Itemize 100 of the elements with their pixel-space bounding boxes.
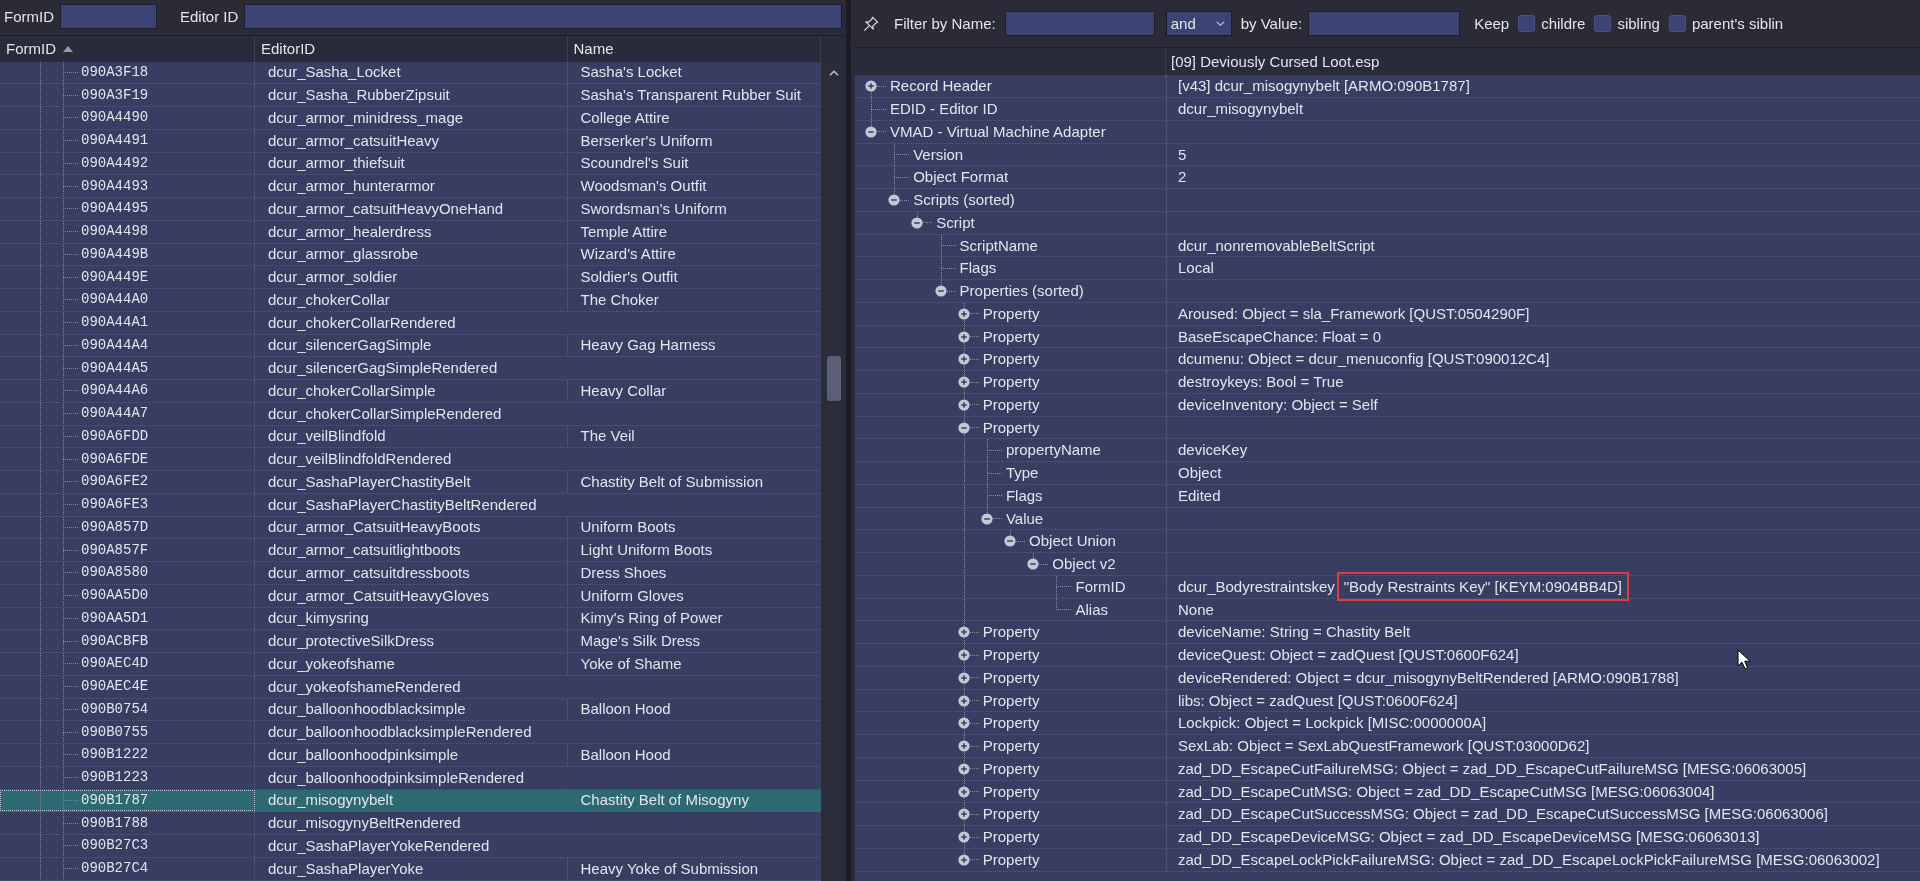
record-row[interactable]: 090A44A4 dcur_silencerGagSimple Heavy Gag Harness bbox=[0, 334, 821, 358]
column-header[interactable]: Name bbox=[567, 36, 821, 62]
form-id: 090A44A4 bbox=[81, 336, 149, 354]
record-row[interactable]: 090A4490 dcur_armor_minidress_mage College Attire bbox=[0, 107, 821, 130]
value-filter-field[interactable] bbox=[1308, 11, 1461, 36]
form-id: 090A44A5 bbox=[81, 359, 149, 377]
plus-circle-icon[interactable] bbox=[957, 626, 970, 639]
scroll-up-icon[interactable] bbox=[828, 69, 839, 76]
record-row[interactable]: 090AEC4D dcur_yokeofshame Yoke of Shame bbox=[0, 653, 821, 676]
plus-circle-icon[interactable] bbox=[865, 80, 877, 93]
record-row[interactable]: 090AEC4E dcur_yokeofshameRendered bbox=[0, 675, 821, 699]
record-row[interactable]: 090A44A1 dcur_chokerCollarRendered bbox=[0, 311, 821, 335]
record-row[interactable]: 090AA5D1 dcur_kimysring Kimy's Ring of Power bbox=[0, 607, 821, 631]
plus-circle-icon[interactable] bbox=[957, 671, 970, 684]
record-row[interactable]: 090B1788 dcur_misogynyBeltRendered bbox=[0, 812, 821, 835]
checkbox[interactable] bbox=[1518, 15, 1536, 32]
column-header[interactable]: EditorID bbox=[255, 36, 568, 62]
record-row[interactable]: 090ACBFB dcur_protectiveSilkDress Mage's Silk Dress bbox=[0, 630, 821, 653]
record-row[interactable]: 090A4498 dcur_armor_healerdress Temple Attire bbox=[0, 220, 821, 244]
plus-circle-icon[interactable] bbox=[957, 853, 970, 866]
form-id: 090A44A6 bbox=[81, 382, 149, 400]
formid-filter-field[interactable] bbox=[60, 4, 157, 29]
editor-id: dcur_Sasha_Locket bbox=[268, 63, 401, 82]
record-row[interactable]: 090A857D dcur_armor_CatsuitHeavyBoots Uniform Boots bbox=[0, 516, 821, 540]
plus-circle-icon[interactable] bbox=[957, 740, 970, 752]
field-name: Property bbox=[982, 623, 1040, 642]
mouse-pointer-icon bbox=[1737, 649, 1751, 670]
plus-circle-icon[interactable] bbox=[957, 353, 970, 366]
minus-circle-icon[interactable] bbox=[957, 421, 970, 434]
checkbox-label[interactable]: sibling bbox=[1617, 11, 1660, 36]
record-row[interactable]: 090A44A0 dcur_chokerCollar The Choker bbox=[0, 289, 821, 312]
scrollbar-thumb[interactable] bbox=[826, 355, 841, 401]
column-header[interactable]: FormID bbox=[0, 36, 255, 62]
operator-dropdown[interactable]: and bbox=[1165, 11, 1232, 36]
record-row[interactable]: 090A449E dcur_armor_soldier Soldier's Outfit bbox=[0, 266, 821, 289]
minus-circle-icon[interactable] bbox=[980, 512, 993, 525]
record-row[interactable]: 090A857F dcur_armor_catsuitlightboots Light Uniform Boots bbox=[0, 539, 821, 562]
record-row[interactable]: 090AA5D0 dcur_armor_CatsuitHeavyGloves Uniform Gloves bbox=[0, 584, 821, 608]
editor-id: dcur_chokerCollarSimpleRendered bbox=[268, 404, 502, 423]
plus-circle-icon[interactable] bbox=[957, 330, 970, 343]
form-id: 090A3F18 bbox=[81, 63, 149, 81]
plus-circle-icon[interactable] bbox=[957, 831, 970, 843]
checkbox[interactable] bbox=[1594, 15, 1612, 32]
checkbox-label[interactable]: childre bbox=[1541, 11, 1586, 36]
record-row[interactable]: 090A6FE3 dcur_SashaPlayerChastityBeltRendered bbox=[0, 493, 821, 517]
plus-circle-icon[interactable] bbox=[957, 376, 970, 388]
record-row[interactable]: 090A4495 dcur_armor_catsuitHeavyOneHand Swordsman's Uniform bbox=[0, 198, 821, 221]
checkbox-label[interactable]: parent's siblin bbox=[1691, 11, 1784, 36]
record-row[interactable]: 090B1223 dcur_balloonhoodpinksimpleRendered bbox=[0, 766, 821, 790]
record-row[interactable]: 090B0754 dcur_balloonhoodblacksimple Balloon Hood bbox=[0, 698, 821, 722]
minus-circle-icon[interactable] bbox=[1004, 535, 1017, 548]
file-column-header[interactable]: [09] Deviously Cursed Loot.esp bbox=[1166, 48, 1920, 76]
field-name: propertyName bbox=[1005, 441, 1101, 460]
plus-circle-icon[interactable] bbox=[957, 808, 970, 821]
record-row[interactable]: 090A3F19 dcur_Sasha_RubberZipsuit Sasha's Transparent Rubber Suit bbox=[0, 84, 821, 107]
minus-circle-icon[interactable] bbox=[865, 125, 877, 138]
editor-id: dcur_silencerGagSimple bbox=[268, 336, 432, 355]
editor-id: dcur_balloonhoodblacksimple bbox=[268, 700, 466, 719]
record-row[interactable]: 090A6FE2 dcur_SashaPlayerChastityBelt Chastity Belt of Submission bbox=[0, 471, 821, 494]
plus-circle-icon[interactable] bbox=[957, 785, 970, 798]
plus-circle-icon[interactable] bbox=[957, 717, 970, 730]
record-row[interactable]: 090A4493 dcur_armor_hunterarmor Woodsman's Outfit bbox=[0, 175, 821, 198]
editor-id-filter-field[interactable] bbox=[244, 4, 842, 29]
record-row[interactable]: 090A3F18 dcur_Sasha_Locket Sasha's Locket bbox=[0, 61, 821, 85]
record-row[interactable]: 090A44A7 dcur_chokerCollarSimpleRendered bbox=[0, 402, 821, 426]
field-value: 2 bbox=[1178, 168, 1187, 187]
record-row[interactable]: 090A44A6 dcur_chokerCollarSimple Heavy Collar bbox=[0, 380, 821, 403]
plus-circle-icon[interactable] bbox=[957, 307, 970, 320]
record-row[interactable]: 090A449B dcur_armor_glassrobe Wizard's Attire bbox=[0, 243, 821, 267]
field-value: Object bbox=[1178, 464, 1222, 482]
minus-circle-icon[interactable] bbox=[934, 285, 947, 297]
form-id: 090ACBFB bbox=[81, 632, 149, 650]
minus-circle-icon[interactable] bbox=[911, 216, 924, 229]
record-row[interactable]: 090A4492 dcur_armor_thiefsuit Scoundrel's Suit bbox=[0, 152, 821, 176]
editor-id: dcur_balloonhoodpinksimple bbox=[268, 745, 459, 764]
field-name: Property bbox=[982, 828, 1040, 846]
plus-circle-icon[interactable] bbox=[957, 398, 970, 411]
plus-circle-icon[interactable] bbox=[957, 694, 970, 707]
minus-circle-icon[interactable] bbox=[888, 194, 901, 206]
checkbox[interactable] bbox=[1668, 15, 1686, 32]
record-row[interactable]: 090B27C4 dcur_SashaPlayerYoke Heavy Yoke of Submission bbox=[0, 857, 821, 881]
record-row[interactable]: 090A6FDD dcur_veilBlindfold The Veil bbox=[0, 425, 821, 449]
record-row[interactable]: 090B0755 dcur_balloonhoodblacksimpleRendered bbox=[0, 721, 821, 744]
name-filter-field[interactable] bbox=[1004, 11, 1155, 36]
record-name: Wizard's Attire bbox=[580, 245, 676, 264]
field-name: Property bbox=[982, 850, 1040, 869]
record-row[interactable]: 090B27C3 dcur_SashaPlayerYokeRendered bbox=[0, 835, 821, 858]
record-row[interactable]: 090A4491 dcur_armor_catsuitHeavy Berserker's Uniform bbox=[0, 129, 821, 153]
minus-circle-icon[interactable] bbox=[1027, 558, 1040, 570]
record-name: Scoundrel's Suit bbox=[580, 154, 689, 173]
record-row[interactable]: 090B1787 dcur_misogynybelt Chastity Belt of Misogyny bbox=[0, 789, 821, 813]
record-row[interactable]: 090A6FDE dcur_veilBlindfoldRendered bbox=[0, 448, 821, 471]
plus-circle-icon[interactable] bbox=[957, 649, 970, 661]
pin-icon[interactable] bbox=[863, 15, 879, 32]
plus-circle-icon[interactable] bbox=[957, 762, 970, 775]
record-row[interactable]: 090A44A5 dcur_silencerGagSimpleRendered bbox=[0, 357, 821, 380]
record-row[interactable]: 090A8580 dcur_armor_catsuitdressboots Dress Shoes bbox=[0, 562, 821, 585]
editor-id-filter-label: Editor ID bbox=[180, 7, 239, 27]
field-value: SexLab: Object = SexLabQuestFramework [QUST:03000D62] bbox=[1178, 737, 1590, 755]
record-row[interactable]: 090B1222 dcur_balloonhoodpinksimple Balloon Hood bbox=[0, 744, 821, 767]
